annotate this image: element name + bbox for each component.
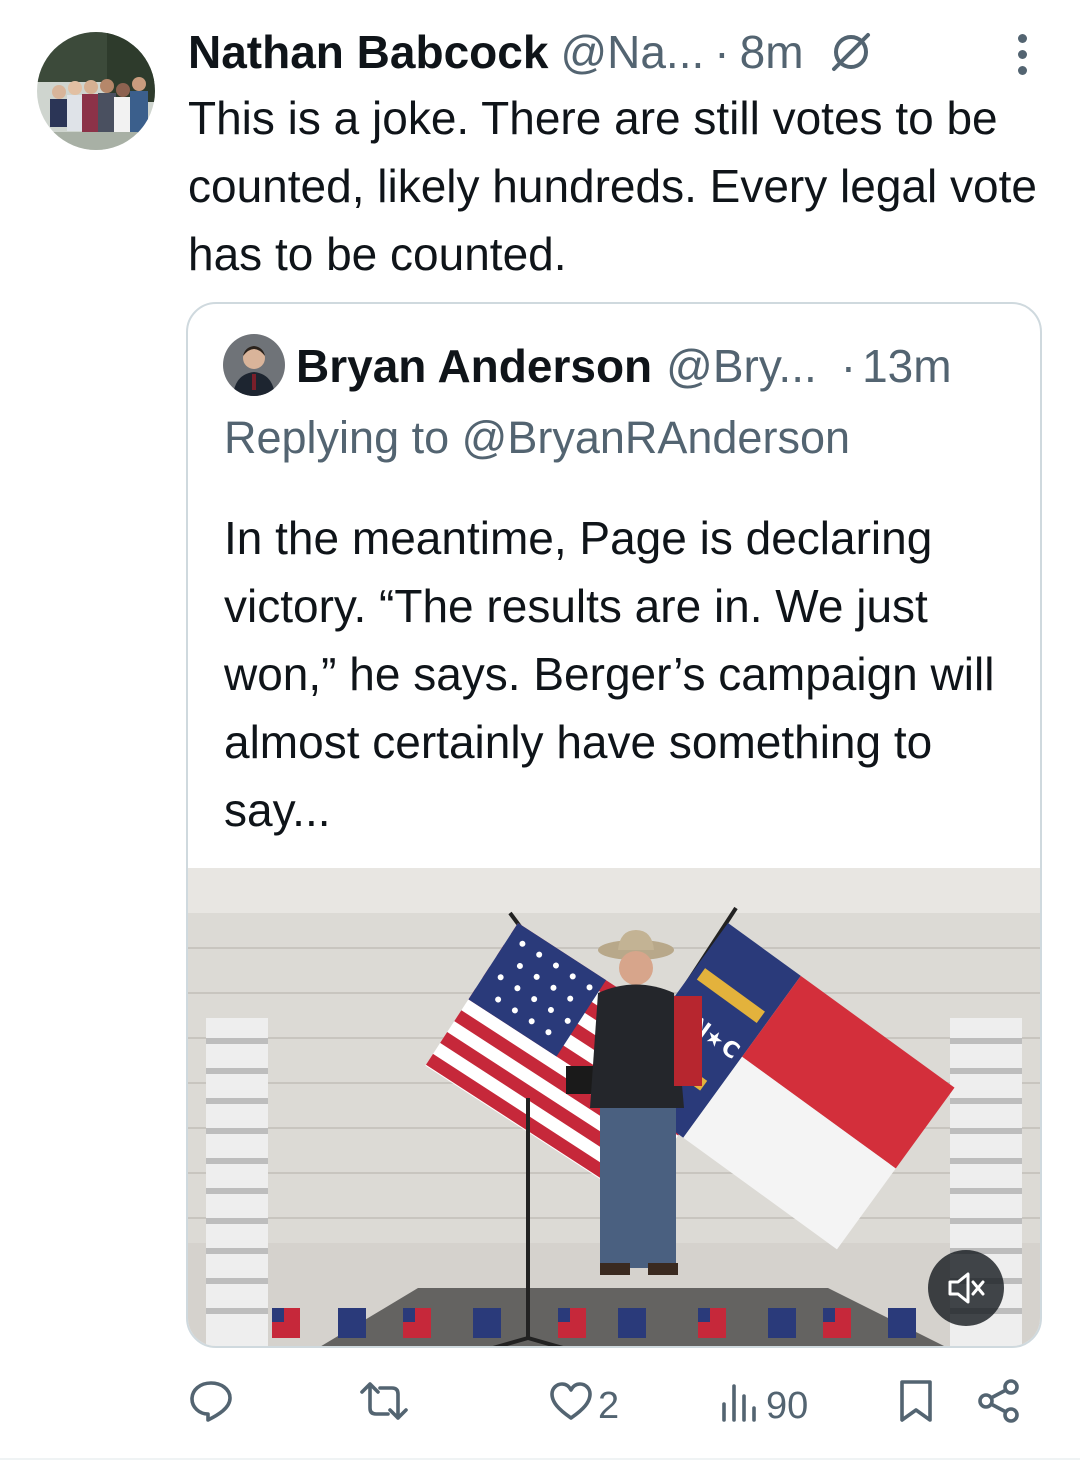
cannot-reply-icon [830, 31, 872, 73]
more-icon[interactable] [1012, 34, 1032, 78]
quoted-time: 13m [862, 340, 952, 392]
bookmark-icon [896, 1378, 936, 1434]
retweet-button[interactable] [358, 1376, 414, 1436]
reply-button[interactable] [188, 1376, 238, 1436]
quoted-header-separator: · [840, 340, 857, 392]
tweet-time[interactable]: 8m [740, 24, 804, 80]
bookmark-button[interactable] [896, 1376, 936, 1436]
quoted-text: In the meantime, Page is declaring victo… [224, 512, 995, 836]
retweet-icon [358, 1378, 410, 1434]
header-separator: · [714, 26, 730, 78]
views-icon [718, 1378, 762, 1434]
quoted-header: Bryan Anderson @Bry... · 13m [296, 334, 1020, 398]
share-icon [976, 1378, 1022, 1434]
quoted-author-name[interactable]: Bryan Anderson [296, 339, 652, 393]
reply-icon [188, 1378, 234, 1434]
share-button[interactable] [976, 1376, 1022, 1436]
like-button[interactable]: 2 [548, 1376, 619, 1436]
tweet-text: This is a joke. There are still votes to… [188, 92, 1037, 280]
tweet-header: Nathan Babcock @Na... · 8m [188, 22, 1060, 82]
like-icon [548, 1378, 594, 1434]
quoted-author-handle[interactable]: @Bry... [666, 339, 817, 393]
views-count: 90 [766, 1384, 809, 1427]
mute-icon[interactable] [928, 1250, 1004, 1326]
divider [0, 1458, 1080, 1460]
quoted-tweet[interactable]: Bryan Anderson @Bry... · 13m Replying to… [186, 302, 1042, 1348]
quoted-author-avatar[interactable] [223, 334, 285, 396]
quoted-video[interactable]: N ★ C [188, 868, 1040, 1346]
reply-context[interactable]: Replying to @BryanRAnderson [224, 408, 850, 468]
author-name[interactable]: Nathan Babcock [188, 24, 548, 80]
author-handle[interactable]: @Na... [560, 24, 704, 80]
author-avatar[interactable] [37, 32, 155, 150]
action-bar: 2 90 [186, 1376, 1036, 1436]
like-count: 2 [598, 1384, 620, 1427]
views-button[interactable]: 90 [718, 1376, 808, 1436]
